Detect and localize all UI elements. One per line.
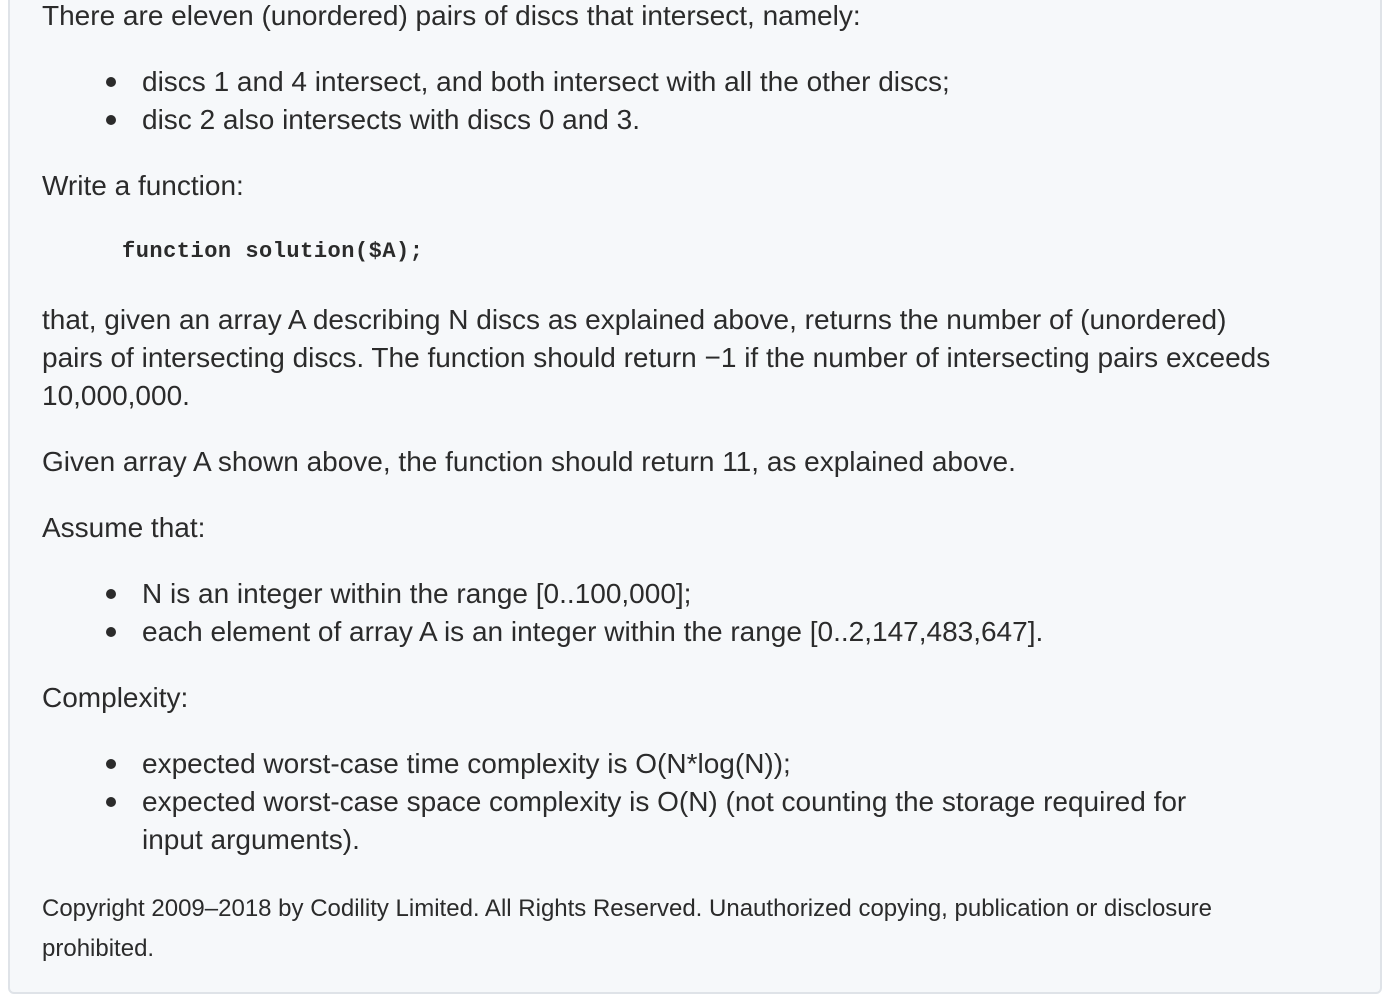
list-item-text: N is an integer within the range [0..100… xyxy=(142,578,692,609)
list-item: disc 2 also intersects with discs 0 and … xyxy=(42,101,1362,139)
bullet-icon xyxy=(106,77,116,87)
copyright-line-2: prohibited. xyxy=(42,935,155,962)
assumptions-list: N is an integer within the range [0..100… xyxy=(42,575,1362,651)
list-item-text: expected worst-case time complexity is O… xyxy=(142,748,791,779)
list-item: expected worst-case space complexity is … xyxy=(42,783,1362,859)
complexity-heading: Complexity: xyxy=(42,682,189,713)
list-item: discs 1 and 4 intersect, and both inters… xyxy=(42,63,1362,101)
description-line-2: pairs of intersecting discs. The functio… xyxy=(42,342,1271,373)
list-item-text-continued: input arguments). xyxy=(142,824,360,855)
complexity-list: expected worst-case time complexity is O… xyxy=(42,745,1362,859)
intro-text: There are eleven (unordered) pairs of di… xyxy=(42,0,861,31)
task-description-panel: There are eleven (unordered) pairs of di… xyxy=(8,0,1382,994)
bullet-icon xyxy=(106,115,116,125)
write-function-heading: Write a function: xyxy=(42,170,244,201)
copyright-notice: Copyright 2009–2018 by Codility Limited.… xyxy=(42,889,1362,969)
list-item-text: expected worst-case space complexity is … xyxy=(142,786,1187,817)
copyright-line-1: Copyright 2009–2018 by Codility Limited.… xyxy=(42,895,1212,922)
function-signature: function solution($A); xyxy=(122,239,424,264)
list-item: each element of array A is an integer wi… xyxy=(42,613,1362,651)
bullet-icon xyxy=(106,797,116,807)
description-line-3: 10,000,000. xyxy=(42,380,190,411)
list-item-text: disc 2 also intersects with discs 0 and … xyxy=(142,104,641,135)
description-line-1: that, given an array A describing N disc… xyxy=(42,304,1227,335)
bullet-icon xyxy=(106,759,116,769)
intersecting-pairs-list: discs 1 and 4 intersect, and both inters… xyxy=(42,63,1362,139)
list-item: expected worst-case time complexity is O… xyxy=(42,745,1362,783)
bullet-icon xyxy=(106,589,116,599)
list-item-text: each element of array A is an integer wi… xyxy=(142,616,1044,647)
example-text: Given array A shown above, the function … xyxy=(42,446,1016,477)
list-item: N is an integer within the range [0..100… xyxy=(42,575,1362,613)
bullet-icon xyxy=(106,627,116,637)
list-item-text: discs 1 and 4 intersect, and both inters… xyxy=(142,66,950,97)
task-description-content: There are eleven (unordered) pairs of di… xyxy=(42,0,1362,969)
assume-heading: Assume that: xyxy=(42,512,206,543)
